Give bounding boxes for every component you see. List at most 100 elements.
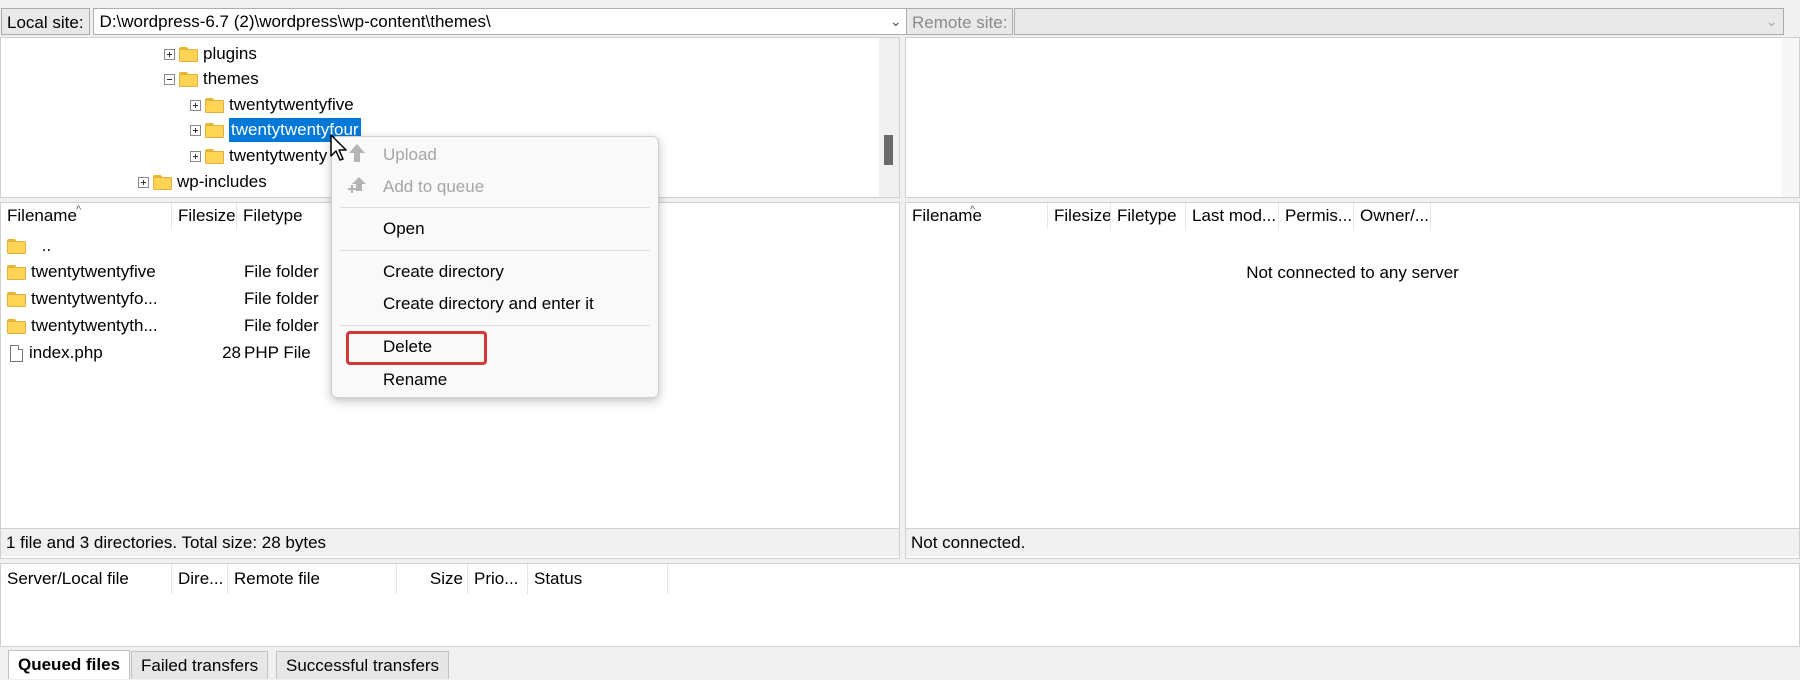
column-owner[interactable]: Owner/... <box>1354 203 1431 229</box>
local-status-bar: 1 file and 3 directories. Total size: 28… <box>1 528 899 556</box>
chevron-down-icon[interactable]: ⌄ <box>890 9 902 34</box>
expand-icon[interactable] <box>138 176 149 188</box>
expand-icon[interactable] <box>190 150 201 162</box>
tree-item-label: twentytwenty <box>229 146 328 165</box>
folder-icon <box>179 71 198 87</box>
column-filesize[interactable]: Filesize <box>172 203 237 229</box>
tree-item-plugins[interactable]: plugins <box>164 42 257 66</box>
sort-ascending-icon: ^ <box>970 204 976 216</box>
column-label: Size <box>429 569 463 588</box>
file-name: index.php <box>29 343 103 362</box>
add-to-queue-icon <box>346 174 368 196</box>
menu-item-create-directory-and-enter[interactable]: Create directory and enter it <box>383 290 594 318</box>
file-name: .. <box>41 236 52 255</box>
expand-icon[interactable] <box>164 48 175 60</box>
column-label: Filesize <box>1054 206 1111 225</box>
remote-tree-scrollbar <box>1781 38 1799 197</box>
tree-scrollbar[interactable] <box>879 38 899 197</box>
not-connected-message: Not connected to any server <box>1246 263 1459 282</box>
tab-successful-transfers[interactable]: Successful transfers <box>276 651 450 679</box>
remote-file-list: Filename ^ Filesize Filetype Last mod...… <box>905 202 1800 559</box>
folder-icon <box>7 292 26 308</box>
folder-icon <box>205 148 224 164</box>
tree-item-label: wp-includes <box>177 172 267 191</box>
column-label: Last mod... <box>1192 206 1277 225</box>
file-type: File folder <box>244 289 319 308</box>
tree-item-label: themes <box>203 69 259 88</box>
menu-item-add-to-queue[interactable]: Add to queue <box>383 173 484 201</box>
local-site-path: D:\wordpress-6.7 (2)\wordpress\wp-conten… <box>99 12 491 31</box>
file-row[interactable]: .. <box>7 234 51 258</box>
column-last-modified[interactable]: Last mod... <box>1186 203 1279 229</box>
folder-icon <box>179 46 198 62</box>
menu-item-upload[interactable]: Upload <box>383 141 437 169</box>
local-site-label: Local site: <box>1 8 90 35</box>
column-label: Filesize <box>178 206 236 225</box>
menu-separator <box>340 250 650 251</box>
tree-item-label: plugins <box>203 44 257 63</box>
column-label: Status <box>534 569 583 588</box>
column-label: Permis... <box>1285 206 1353 225</box>
folder-icon <box>7 239 26 255</box>
file-type: File folder <box>244 262 319 281</box>
column-label: Prio... <box>474 569 519 588</box>
context-menu: Upload Add to queue Open Create director… <box>331 136 659 398</box>
column-status[interactable]: Status <box>528 564 668 594</box>
remote-site-path-input[interactable]: ⌄ <box>1014 8 1785 35</box>
column-filesize[interactable]: Filesize <box>1048 203 1111 229</box>
delete-highlight-box <box>346 331 487 365</box>
remote-list-header: Filename ^ Filesize Filetype Last mod...… <box>906 203 1799 229</box>
local-status-text: 1 file and 3 directories. Total size: 28… <box>6 533 327 552</box>
column-filename[interactable]: Filename ^ <box>1 203 172 229</box>
folder-icon <box>7 319 26 335</box>
queue-header: Server/Local file Dire... Remote file Si… <box>1 564 1799 594</box>
scrollbar-thumb[interactable] <box>884 135 893 165</box>
sort-ascending-icon: ^ <box>76 204 82 216</box>
menu-item-create-directory[interactable]: Create directory <box>383 258 504 286</box>
file-name: twentytwentyth... <box>31 316 158 335</box>
menu-separator <box>340 325 650 326</box>
remote-status-bar: Not connected. <box>906 528 1799 556</box>
remote-site-bar: Remote site: ⌄ <box>906 6 1785 37</box>
column-label: Filetype <box>243 206 303 225</box>
expand-icon[interactable] <box>190 99 201 111</box>
remote-tree-panel <box>905 37 1800 198</box>
column-server-local-file[interactable]: Server/Local file <box>1 564 172 594</box>
local-site-bar: Local site: D:\wordpress-6.7 (2)\wordpre… <box>1 6 909 37</box>
transfer-queue-panel: Server/Local file Dire... Remote file Si… <box>0 563 1800 647</box>
folder-icon <box>153 174 172 190</box>
column-remote-file[interactable]: Remote file <box>228 564 397 594</box>
menu-item-open[interactable]: Open <box>383 215 425 243</box>
column-label: Remote file <box>234 569 320 588</box>
collapse-icon[interactable] <box>164 73 175 85</box>
local-site-path-input[interactable]: D:\wordpress-6.7 (2)\wordpress\wp-conten… <box>92 8 909 35</box>
tree-item-twentytwentythree[interactable]: twentytwenty <box>190 144 327 168</box>
column-size[interactable]: Size <box>397 564 468 594</box>
chevron-down-icon: ⌄ <box>1765 13 1778 29</box>
column-direction[interactable]: Dire... <box>172 564 228 594</box>
tree-item-twentytwentyfive[interactable]: twentytwentyfive <box>190 93 354 117</box>
mouse-cursor-icon <box>330 134 350 162</box>
remote-status-text: Not connected. <box>911 533 1026 552</box>
file-icon <box>10 345 23 363</box>
tab-queued-files[interactable]: Queued files <box>8 650 131 679</box>
column-filetype[interactable]: Filetype <box>1111 203 1186 229</box>
tree-item-themes[interactable]: themes <box>164 67 259 91</box>
column-priority[interactable]: Prio... <box>468 564 528 594</box>
column-label: Dire... <box>178 569 224 588</box>
folder-icon <box>205 122 224 138</box>
column-label: Filetype <box>1117 206 1177 225</box>
column-label: Filename <box>7 206 77 225</box>
folder-icon <box>205 97 224 113</box>
remote-site-label: Remote site: <box>906 8 1014 35</box>
tab-failed-transfers[interactable]: Failed transfers <box>131 651 269 679</box>
file-type: File folder <box>244 316 319 335</box>
file-name: twentytwentyfive <box>31 262 156 281</box>
menu-item-rename[interactable]: Rename <box>383 366 447 394</box>
tree-item-wp-includes[interactable]: wp-includes <box>138 170 267 194</box>
file-type: PHP File <box>244 343 311 362</box>
column-filename[interactable]: Filename ^ <box>906 203 1048 229</box>
column-label: Server/Local file <box>7 569 129 588</box>
column-permissions[interactable]: Permis... <box>1279 203 1354 229</box>
expand-icon[interactable] <box>190 124 201 136</box>
